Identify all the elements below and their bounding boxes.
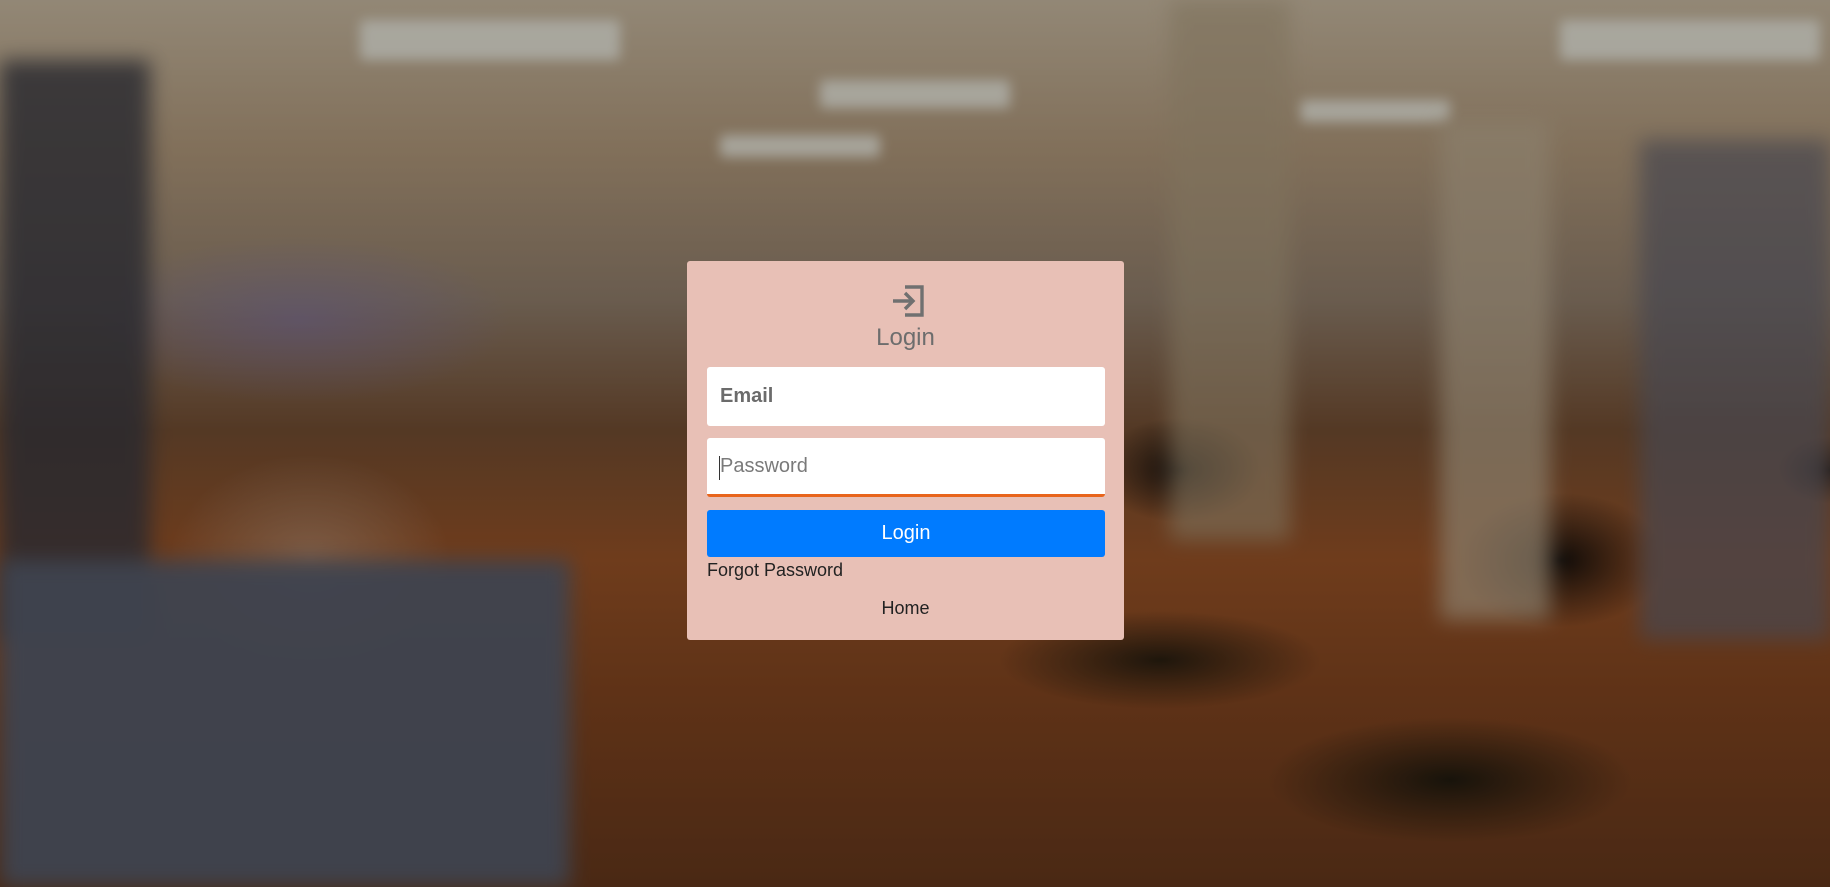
email-input[interactable] — [707, 367, 1105, 426]
login-title: Login — [876, 324, 935, 351]
text-cursor — [719, 456, 720, 480]
home-link[interactable]: Home — [687, 598, 1124, 619]
login-card: Login Login Forgot Password Home — [687, 261, 1124, 640]
login-button[interactable]: Login — [707, 510, 1105, 557]
login-arrow-icon — [889, 284, 927, 318]
password-input[interactable] — [707, 438, 1105, 497]
forgot-password-link[interactable]: Forgot Password — [707, 560, 843, 581]
